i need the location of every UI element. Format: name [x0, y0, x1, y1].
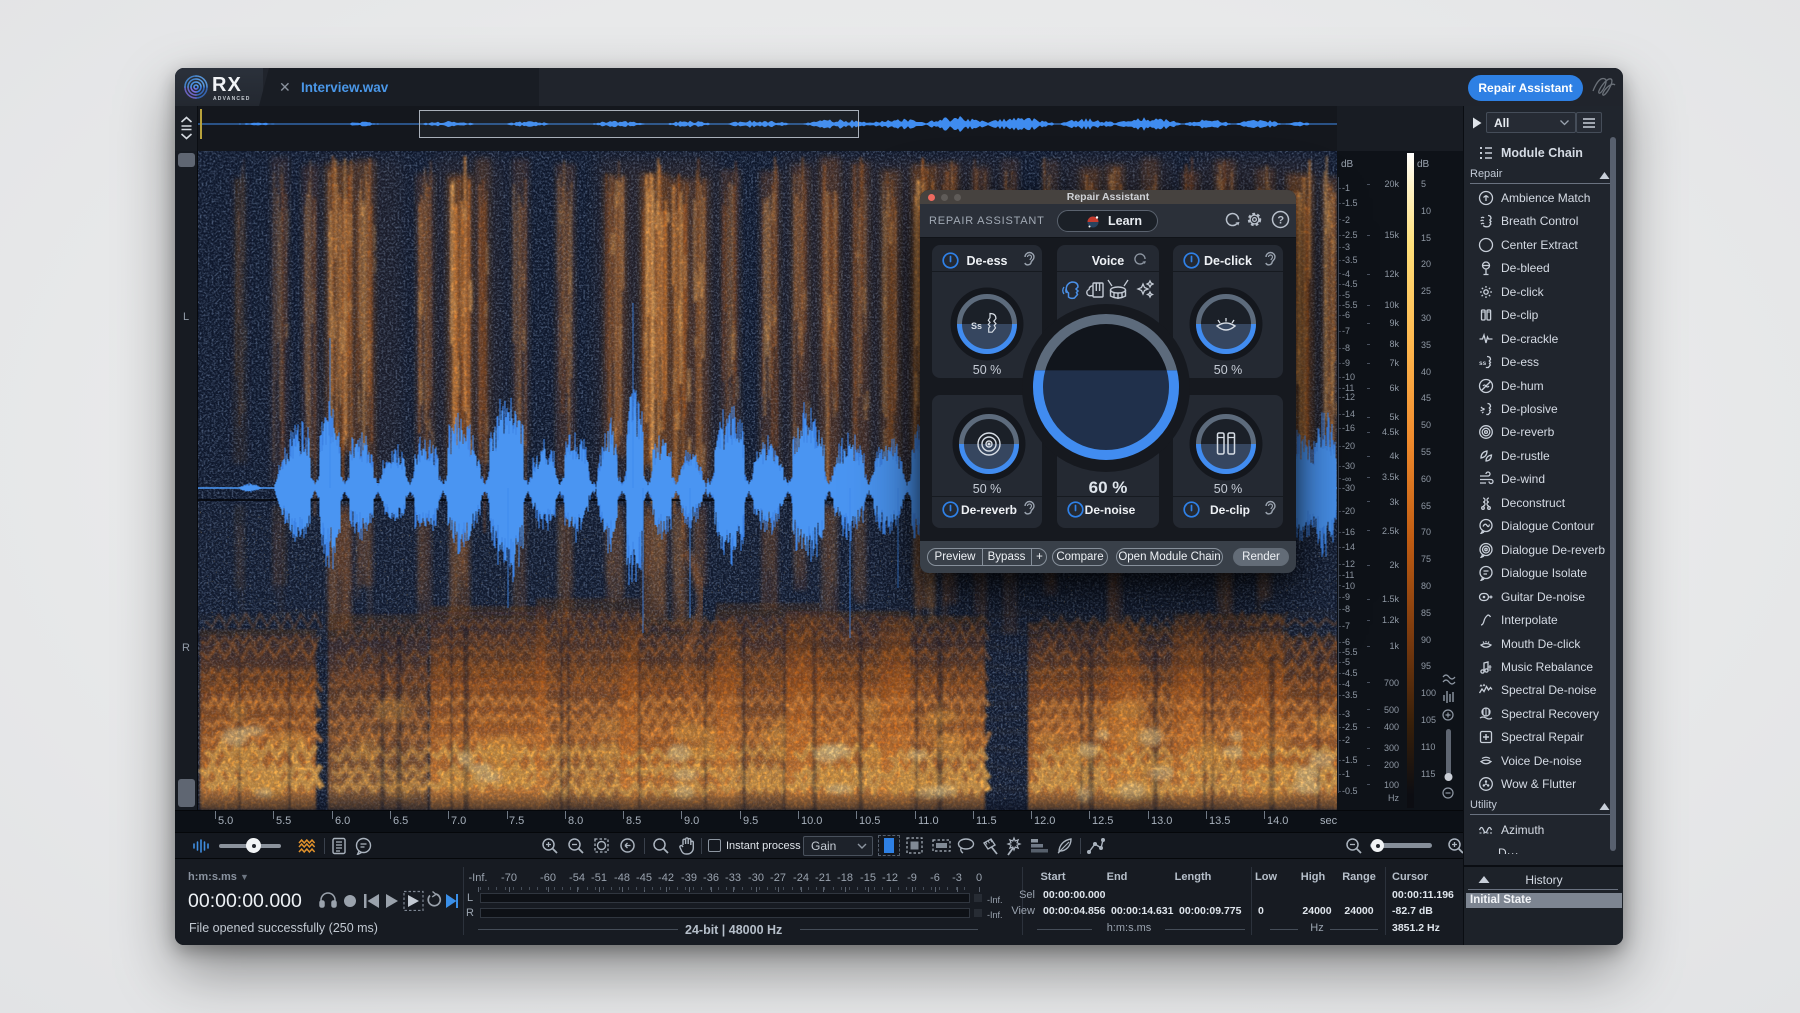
svg-text:Ss: Ss	[971, 321, 982, 331]
svg-text:?: ?	[1277, 215, 1284, 227]
svg-text:ss: ss	[1479, 360, 1487, 367]
